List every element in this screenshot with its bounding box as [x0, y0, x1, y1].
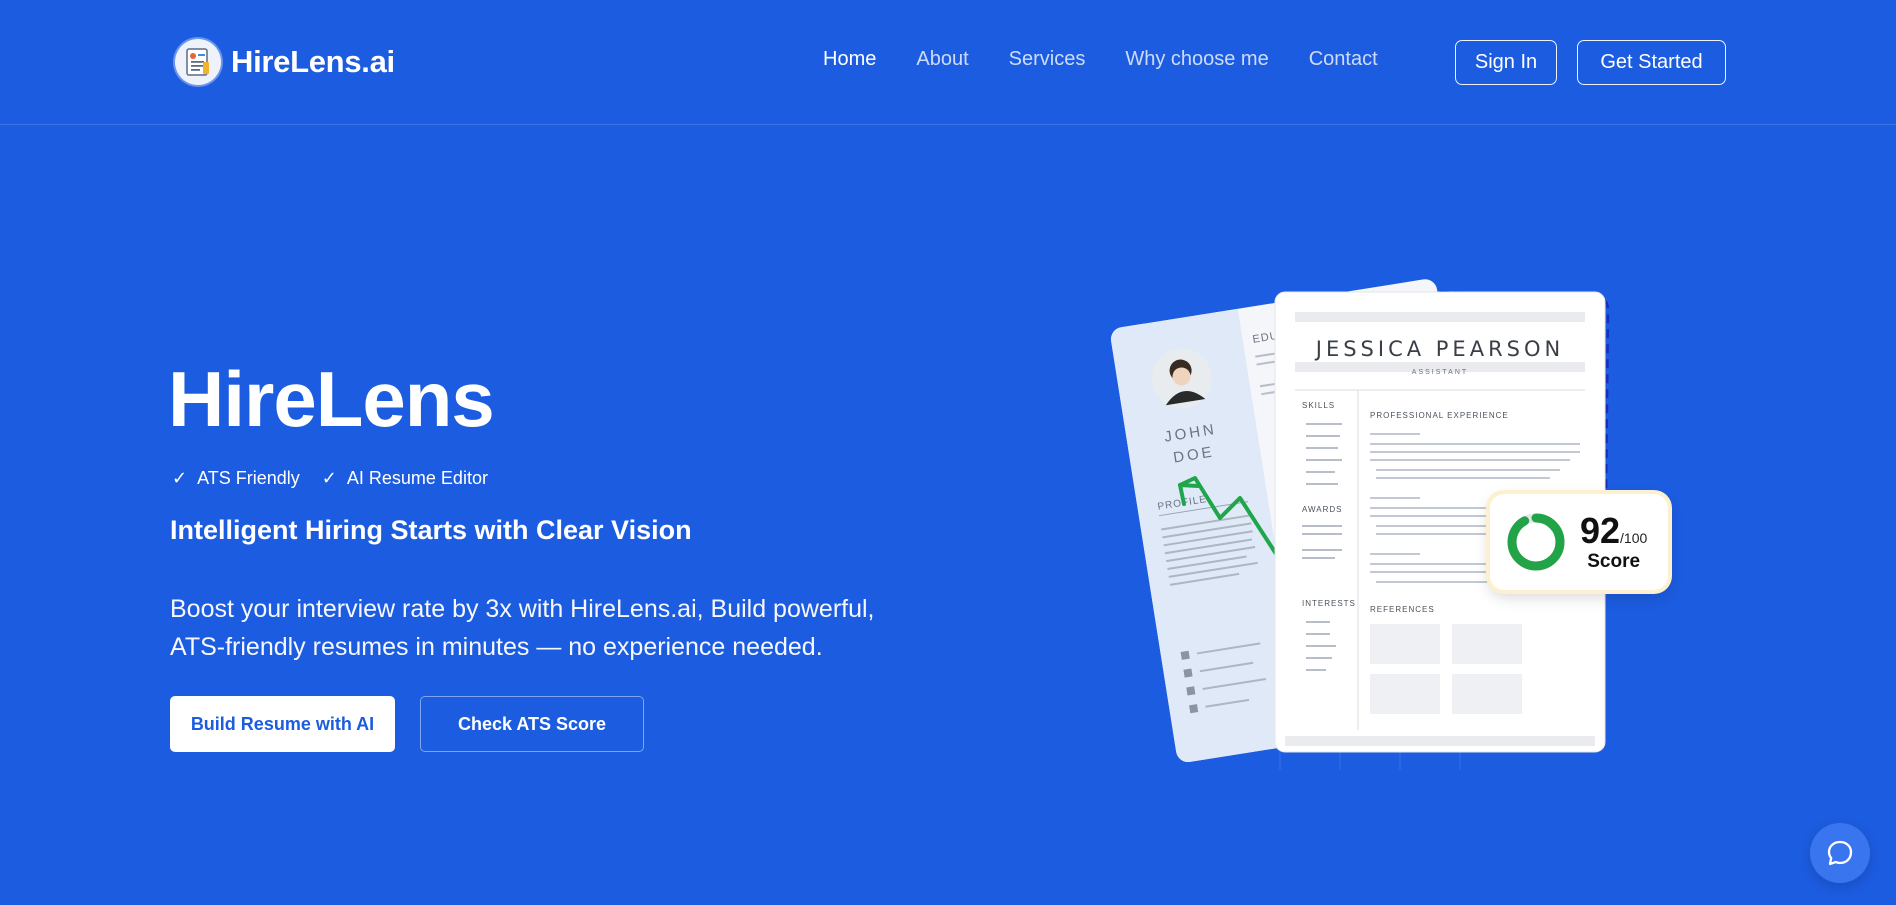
main-nav: Home About Services Why choose me Contac… — [823, 48, 1378, 71]
front-resume-references-heading: REFERENCES — [1370, 605, 1435, 614]
site-header: HireLens.ai Home About Services Why choo… — [0, 0, 1896, 125]
front-resume-interests-heading: INTERESTS — [1302, 599, 1356, 608]
score-label: Score — [1587, 551, 1641, 572]
sign-in-button[interactable]: Sign In — [1455, 40, 1557, 85]
brand[interactable]: HireLens.ai — [175, 39, 395, 85]
check-icon: ✓ — [321, 468, 337, 488]
front-resume-skills-heading: SKILLS — [1302, 401, 1335, 410]
feature-label: ATS Friendly — [197, 468, 300, 488]
check-icon: ✓ — [172, 468, 188, 488]
front-resume-experience-heading: PROFESSIONAL EXPERIENCE — [1370, 411, 1509, 420]
build-resume-button[interactable]: Build Resume with AI — [170, 696, 395, 752]
feature-item: ✓ AI Resume Editor — [322, 468, 488, 489]
front-resume-role: ASSISTANT — [1412, 369, 1468, 376]
hero-description: Boost your interview rate by 3x with Hir… — [170, 595, 875, 661]
feature-list: ✓ ATS Friendly ✓ AI Resume Editor — [172, 468, 488, 489]
score-text: 92 /100 Score — [1580, 510, 1648, 572]
chat-bubble-icon — [1827, 840, 1853, 866]
feature-item: ✓ ATS Friendly — [172, 468, 300, 489]
nav-why-choose-me[interactable]: Why choose me — [1125, 48, 1268, 71]
score-max: /100 — [1620, 530, 1648, 546]
resume-document-icon — [175, 39, 221, 85]
front-resume-name: JESSICA PEARSON — [1314, 337, 1564, 361]
nav-services[interactable]: Services — [1009, 48, 1086, 71]
nav-contact[interactable]: Contact — [1309, 48, 1378, 71]
front-resume-awards-heading: AWARDS — [1302, 505, 1343, 514]
score-ring-fill — [1507, 513, 1565, 571]
hero-title: HireLens — [168, 355, 495, 443]
ats-score-card: 92 /100 Score — [1490, 494, 1668, 590]
get-started-button[interactable]: Get Started — [1577, 40, 1726, 85]
hero-tagline: Intelligent Hiring Starts with Clear Vis… — [170, 515, 692, 545]
feature-label: AI Resume Editor — [346, 468, 488, 488]
nav-home[interactable]: Home — [823, 48, 876, 71]
check-ats-score-button[interactable]: Check ATS Score — [420, 696, 644, 752]
score-ring — [1507, 513, 1565, 571]
score-value: 92 — [1580, 510, 1621, 551]
nav-about[interactable]: About — [916, 48, 968, 71]
brand-name: HireLens.ai — [231, 44, 395, 79]
chat-button[interactable] — [1810, 823, 1870, 883]
